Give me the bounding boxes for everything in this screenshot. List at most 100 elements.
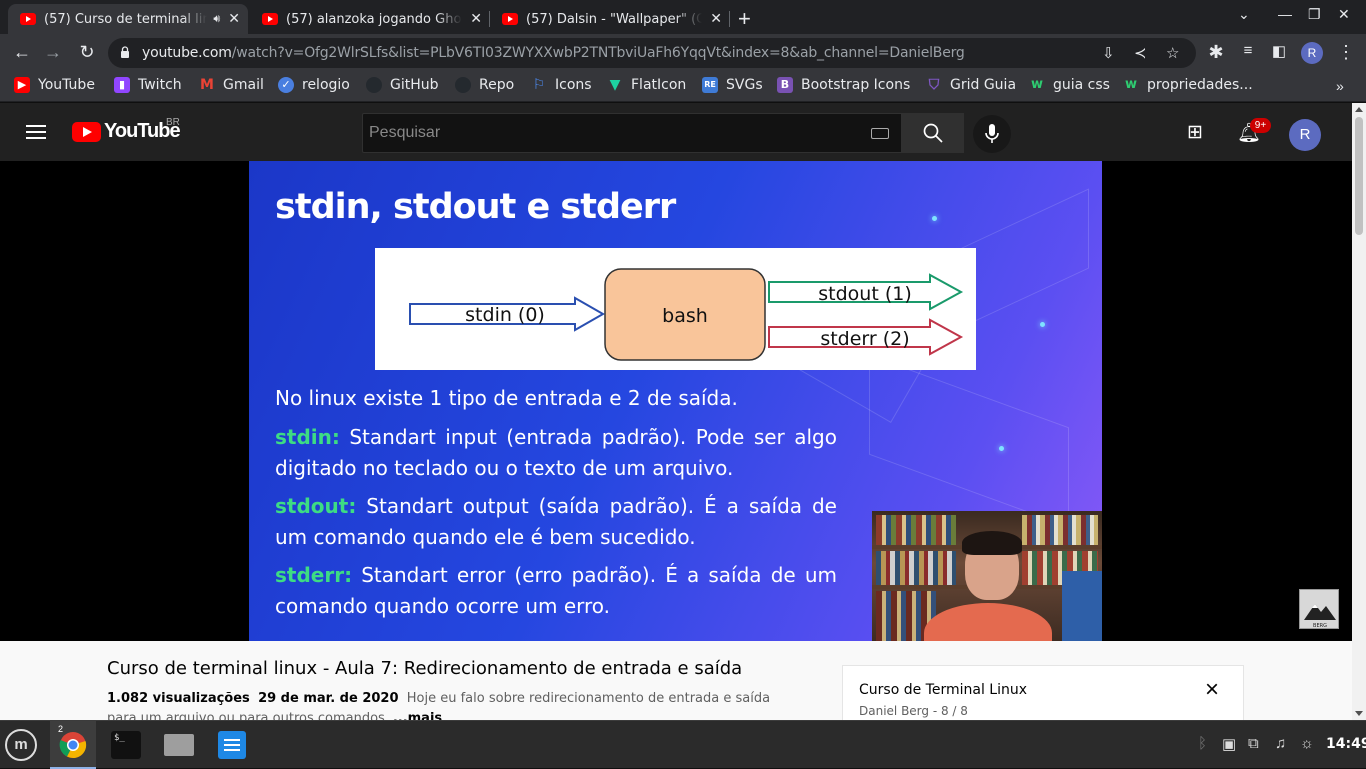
- bookmark-label: Grid Guia: [950, 77, 1017, 93]
- tab-title: (57) Curso de terminal linux: [44, 11, 208, 27]
- bookmark-bootstrap-icons[interactable]: B Bootstrap Icons: [777, 77, 910, 93]
- slide-item-stderr: stderr: Standart error (erro padrão). É …: [275, 560, 837, 622]
- bookmark-youtube[interactable]: ▶ YouTube: [14, 77, 95, 93]
- taskbar-terminal[interactable]: $_: [102, 721, 148, 769]
- tab-alanzoka[interactable]: (57) alanzoka jogando Ghostrunner ✕: [250, 4, 490, 34]
- bookmark-label: SVGs: [726, 77, 763, 93]
- chrome-icon: [59, 732, 87, 759]
- bookmark-relogio[interactable]: ✓ relogio: [278, 77, 350, 93]
- person-body: [924, 603, 1052, 641]
- network-icon[interactable]: ⧉: [1248, 735, 1259, 752]
- youtube-header: YouTube BR ⊞ 🔔︎ R: [0, 103, 1352, 161]
- scroll-down-arrow-icon[interactable]: [1355, 711, 1363, 716]
- slide-title: stdin, stdout e stderr: [275, 187, 676, 227]
- page-scrollbar[interactable]: [1352, 103, 1366, 720]
- tab-dalsin[interactable]: (57) Dalsin - "Wallpaper" (Clipe) ✕: [490, 4, 730, 34]
- profile-avatar[interactable]: R: [1301, 42, 1323, 64]
- forward-button[interactable]: →: [42, 42, 64, 63]
- scroll-up-arrow-icon[interactable]: [1355, 107, 1363, 112]
- channel-watermark[interactable]: BERG: [1299, 589, 1339, 629]
- close-window-button[interactable]: ✕: [1338, 6, 1350, 23]
- scrollbar-thumb[interactable]: [1355, 117, 1363, 235]
- gmail-icon: M: [200, 77, 214, 93]
- create-video-icon[interactable]: ⊞: [1187, 121, 1203, 144]
- speaker-icon[interactable]: 🔊︎: [213, 12, 220, 26]
- back-button[interactable]: ←: [11, 42, 33, 63]
- youtube-favicon-icon: [20, 13, 36, 25]
- bookmark-flaticon[interactable]: ▼ FlatIcon: [607, 77, 687, 93]
- lock-icon[interactable]: [120, 46, 130, 58]
- decorative-dot: [1040, 322, 1045, 327]
- more-bookmarks-icon[interactable]: »: [1336, 78, 1344, 94]
- voice-search-button[interactable]: [973, 115, 1011, 153]
- search-input[interactable]: [363, 114, 843, 152]
- bookmark-label: Icons: [555, 77, 592, 93]
- search-field[interactable]: [362, 113, 902, 153]
- close-tab-icon[interactable]: ✕: [470, 11, 482, 27]
- taskbar-files[interactable]: [155, 721, 201, 769]
- clock-icon: ✓: [278, 77, 294, 93]
- bookmark-icons[interactable]: ⚐ Icons: [531, 77, 592, 93]
- bookmark-github[interactable]: GitHub: [366, 77, 439, 93]
- chrome-menu-icon[interactable]: ⋮: [1335, 42, 1357, 63]
- books: [876, 551, 956, 585]
- video-meta[interactable]: 1.082 visualizações 29 de mar. de 2020 H…: [107, 691, 770, 706]
- terminal-icon: $_: [111, 731, 141, 759]
- bookmark-star-icon[interactable]: ☆: [1166, 44, 1179, 62]
- bookmark-twitch[interactable]: ▮ Twitch: [114, 77, 182, 93]
- playlist-panel[interactable]: Curso de Terminal Linux Daniel Berg - 8 …: [842, 665, 1244, 725]
- tab-curso-terminal[interactable]: (57) Curso de terminal linux 🔊︎ ✕: [8, 4, 248, 34]
- person-hair: [962, 531, 1022, 555]
- bookmark-propriedades[interactable]: w propriedades...: [1123, 77, 1253, 93]
- video-description: Hoje eu falo sobre redirecionamento de e…: [406, 691, 771, 706]
- restore-button[interactable]: ❐: [1308, 6, 1321, 23]
- brightness-icon[interactable]: ☼: [1300, 735, 1314, 752]
- search-button[interactable]: [901, 113, 964, 153]
- start-menu-icon[interactable]: m: [5, 729, 37, 761]
- address-bar[interactable]: youtube.com/watch?v=Ofg2WlrSLfs&list=PLb…: [108, 38, 1196, 68]
- decorative-dot: [932, 216, 937, 221]
- close-tab-icon[interactable]: ✕: [710, 11, 722, 27]
- reload-button[interactable]: ↻: [76, 42, 98, 63]
- video-player[interactable]: stdin, stdout e stderr stdin (0) bash st…: [0, 161, 1352, 641]
- bookmark-grid-guia[interactable]: ⛉ Grid Guia: [926, 77, 1016, 93]
- share-icon[interactable]: ≺: [1134, 44, 1147, 62]
- slide-item-stdout: stdout: Standart output (saída padrão). …: [275, 491, 837, 553]
- close-playlist-icon[interactable]: ×: [1205, 676, 1219, 704]
- twitch-icon: ▮: [114, 77, 130, 93]
- bluetooth-icon[interactable]: ᛒ: [1198, 735, 1207, 752]
- slide-intro: No linux existe 1 tipo de entrada e 2 de…: [275, 386, 738, 410]
- stdout-label: stdout (1): [818, 283, 911, 305]
- side-panel-icon[interactable]: ◧: [1268, 42, 1290, 60]
- minimize-button[interactable]: —: [1278, 6, 1292, 22]
- close-tab-icon[interactable]: ✕: [228, 11, 240, 27]
- svgrepo-icon: RE: [702, 77, 718, 93]
- extensions-icon[interactable]: ✱: [1205, 42, 1227, 63]
- bookmark-guia-css[interactable]: w guia css: [1029, 77, 1110, 93]
- playlist-title[interactable]: Curso de Terminal Linux: [859, 682, 1027, 698]
- youtube-icon: ▶: [14, 77, 30, 93]
- bookmark-label: guia css: [1053, 77, 1110, 93]
- hamburger-menu-icon[interactable]: [26, 125, 46, 139]
- media-control-icon[interactable]: ≡: [1237, 42, 1259, 59]
- tab-search-chevron-icon[interactable]: ⌄: [1238, 6, 1250, 23]
- bookmark-gmail[interactable]: M Gmail: [199, 77, 264, 93]
- install-app-icon[interactable]: ⇩: [1102, 44, 1115, 62]
- bookmark-svgs[interactable]: RE SVGs: [702, 77, 763, 93]
- notification-count-badge: 9+: [1250, 118, 1271, 133]
- music-icon[interactable]: ♫: [1275, 735, 1286, 752]
- taskbar-editor[interactable]: [208, 721, 254, 769]
- books: [876, 515, 956, 545]
- taskbar-chrome[interactable]: 2: [50, 721, 96, 769]
- bookmark-repo[interactable]: Repo: [455, 77, 514, 93]
- clipboard-icon[interactable]: ▣: [1222, 735, 1236, 753]
- keyboard-icon[interactable]: [871, 128, 889, 139]
- stdout-description: Standart output (saída padrão). É a saíd…: [275, 494, 837, 549]
- system-clock[interactable]: 14:49: [1326, 736, 1366, 752]
- new-tab-button[interactable]: +: [738, 6, 751, 32]
- youtube-avatar[interactable]: R: [1289, 119, 1321, 151]
- youtube-logo-icon[interactable]: [72, 122, 101, 142]
- slide-item-stdin: stdin: Standart input (entrada padrão). …: [275, 422, 837, 484]
- decorative-dot: [999, 446, 1004, 451]
- youtube-favicon-icon: [262, 13, 278, 25]
